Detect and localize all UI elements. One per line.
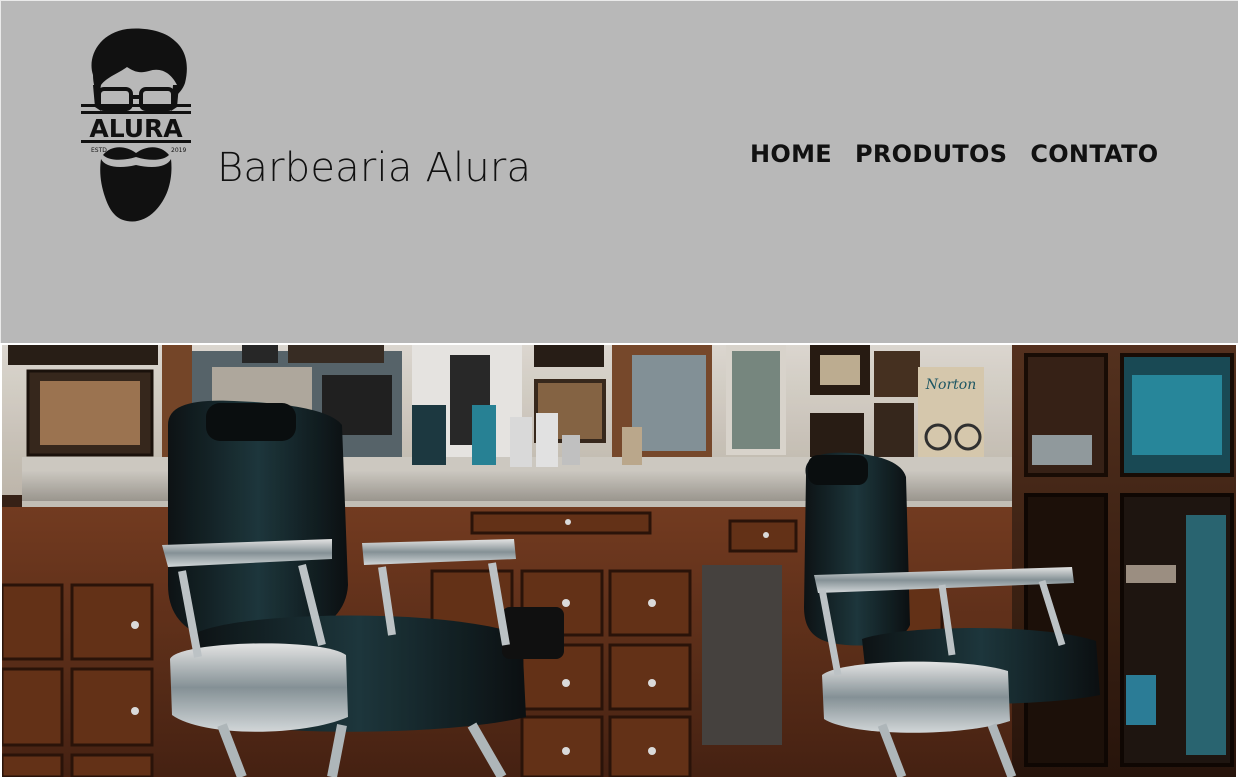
site-header: ALURA ESTD 2019 Barbearia Alura HOME PRO… — [0, 0, 1238, 343]
nav-item-produtos: PRODUTOS — [855, 139, 1007, 169]
nav-item-home: HOME — [750, 139, 832, 169]
nav-list: HOME PRODUTOS CONTATO — [750, 139, 1159, 169]
logo-wordmark: ALURA — [89, 114, 183, 143]
barbershop-interior-image: Norton — [2, 345, 1236, 777]
hero-banner: Norton — [2, 345, 1236, 777]
nav-link-home[interactable]: HOME — [750, 139, 832, 169]
nav-item-contato: CONTATO — [1030, 139, 1158, 169]
brand-name[interactable]: Barbearia Alura — [217, 144, 531, 192]
logo-estd-label: ESTD — [91, 147, 107, 154]
bearded-man-logo-icon[interactable]: ALURA ESTD 2019 — [79, 27, 193, 223]
logo-year: 2019 — [171, 147, 186, 154]
page: ALURA ESTD 2019 Barbearia Alura HOME PRO… — [0, 0, 1238, 777]
nav-link-contato[interactable]: CONTATO — [1030, 139, 1158, 169]
nav-link-produtos[interactable]: PRODUTOS — [855, 139, 1007, 169]
